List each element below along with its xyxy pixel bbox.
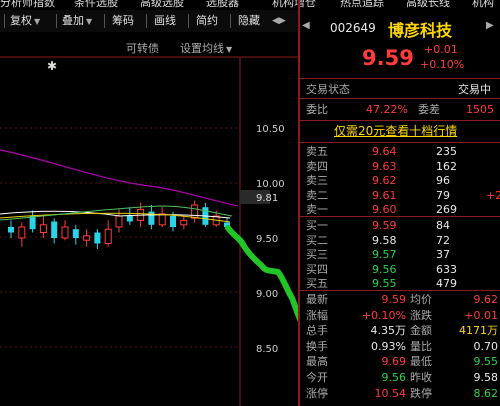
candlestick-chart[interactable]: ✱ 10.50 10.00 9.50 9.00 8.50 9.81 — [0, 0, 298, 406]
candle-body — [158, 213, 166, 226]
menu-item[interactable]: 热点追踪 — [340, 0, 384, 8]
order-ratio-row: 委比 47.22% 委差 1505 — [306, 103, 494, 116]
quote-stat-row: 今开 9.56 昨收 9.58 — [306, 371, 498, 384]
level-label: 买四 — [306, 262, 328, 276]
level-volume: 72 — [436, 233, 450, 247]
level-price: 9.62 — [372, 174, 397, 188]
left-arrow-icon[interactable]: ◀ — [302, 20, 310, 31]
level-label: 卖二 — [306, 188, 328, 202]
y-tick-label: 8.50 — [256, 344, 278, 355]
quote-stat-row: 换手 0.93% 量比 0.70 — [306, 339, 498, 353]
level-price: 9.57 — [372, 248, 397, 262]
candle-body — [104, 228, 112, 244]
ask-level-row[interactable]: 卖二 9.61 79 +2 — [306, 188, 500, 203]
candle-body — [61, 226, 69, 239]
level-volume: 84 — [436, 219, 450, 232]
candle-body — [115, 215, 123, 228]
quote-stat-row: 涨停 10.54 跌停 8.62 — [306, 386, 498, 400]
candle-body — [180, 219, 188, 226]
candle-body — [39, 224, 47, 234]
y-tick-label: 10.50 — [256, 124, 285, 135]
ten-level-quote-link[interactable]: 仅需20元查看十档行情 — [334, 124, 484, 139]
candle-body — [94, 232, 101, 244]
menu-item[interactable]: 高级长线 — [406, 0, 450, 8]
bid-level-row[interactable]: 买三 9.57 37 — [306, 247, 500, 262]
y-tick-label: 10.00 — [256, 179, 285, 190]
candle-body — [29, 216, 36, 230]
quote-stat-row: 涨幅 +0.10% 涨跌 +0.01 — [306, 308, 498, 322]
candle-body — [170, 216, 176, 227]
price-change-pct: +0.10% — [420, 58, 465, 71]
price-row: 9.59 +0.01 +0.10% — [300, 40, 500, 78]
candle-body — [18, 226, 26, 239]
candle-body — [83, 235, 91, 241]
level-label: 买二 — [306, 233, 328, 247]
level-price: 9.56 — [372, 262, 397, 276]
ask-level-row[interactable]: 卖四 9.63 162 — [306, 159, 500, 174]
level-price: 9.59 — [372, 219, 397, 232]
stock-name: 博彦科技 — [388, 21, 453, 40]
ask-level-row[interactable]: 卖三 9.62 96 — [306, 173, 500, 188]
stock-title-row: ◀ 002649 博彦科技 ▶ — [300, 12, 500, 40]
menu-item[interactable]: 机构 — [472, 0, 494, 8]
y-tick-label: 9.00 — [256, 289, 278, 300]
bid-level-row[interactable]: 买一 9.59 84 — [306, 218, 500, 233]
level-volume: 633 — [436, 262, 457, 276]
stock-code: 002649 — [330, 21, 376, 35]
level-price: 9.63 — [372, 159, 397, 173]
ma-line-long — [0, 149, 239, 207]
level-label: 买三 — [306, 248, 328, 262]
bid-level-row[interactable]: 买二 9.58 72 — [306, 233, 500, 248]
bid-level-row[interactable]: 买四 9.56 633 — [306, 262, 500, 277]
level-label: 卖三 — [306, 174, 328, 188]
level-label: 卖四 — [306, 159, 328, 173]
level-volume: 96 — [436, 174, 450, 188]
quote-stat-row: 最高 9.69 最低 9.55 — [306, 355, 498, 369]
level-volume: 235 — [436, 145, 457, 158]
level-price: 9.58 — [372, 233, 397, 247]
quote-stat-row: 总手 4.35万 金额 4171万 — [306, 324, 498, 338]
level-volume: 37 — [436, 248, 450, 262]
candle-body — [126, 216, 133, 222]
level-label: 买一 — [306, 219, 328, 232]
level-price: 9.61 — [372, 188, 397, 202]
level-volume: 162 — [436, 159, 457, 173]
price-change: +0.01 — [424, 43, 458, 56]
candle-body — [72, 229, 79, 238]
current-price-label: 9.81 — [256, 193, 278, 204]
candle-body — [8, 227, 14, 233]
right-arrow-icon[interactable]: ▶ — [486, 20, 494, 31]
current-price: 9.59 — [362, 46, 414, 70]
star-icon: ✱ — [47, 59, 57, 73]
y-tick-label: 9.50 — [256, 234, 278, 245]
quote-stat-row: 最新 9.59 均价 9.62 — [306, 293, 498, 306]
candle-body — [51, 221, 58, 238]
ask-level-row[interactable]: 卖五 9.64 235 — [306, 144, 500, 159]
level-change: +2 — [486, 188, 500, 202]
trade-status-row: 交易状态 交易中 — [306, 83, 491, 96]
level-label: 卖五 — [306, 145, 328, 158]
level-price: 9.64 — [372, 145, 397, 158]
level-volume: 79 — [436, 188, 450, 202]
candle-body — [191, 204, 199, 219]
